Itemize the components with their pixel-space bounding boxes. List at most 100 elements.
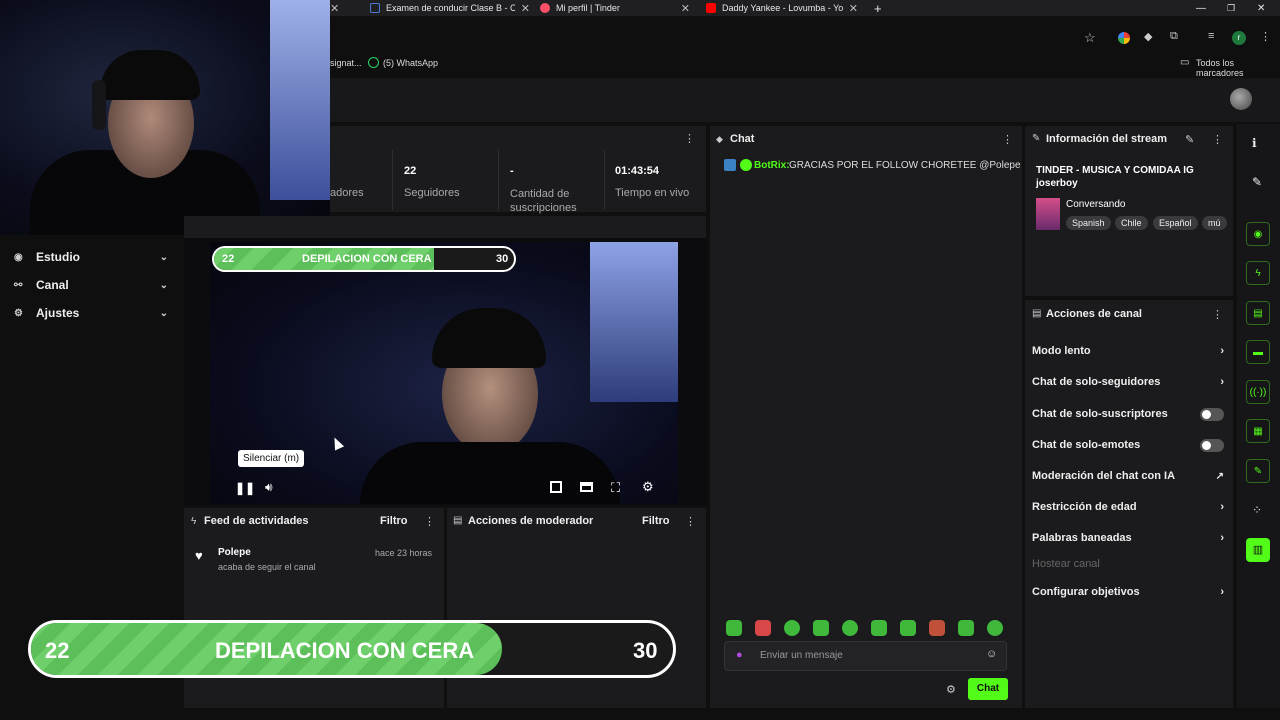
settings-gear-icon[interactable]: ⚙ — [642, 479, 654, 495]
pip-icon[interactable] — [550, 481, 562, 493]
goal-bar-large: 22 DEPILACION CON CERA 30 — [28, 620, 676, 678]
close-icon[interactable]: ✕ — [521, 2, 530, 15]
water-jug-image — [270, 0, 330, 200]
divider — [392, 150, 393, 210]
tab-partial[interactable]: ✕ — [330, 0, 339, 16]
sidebar-item-estudio[interactable]: ◉ Estudio ⌄ — [0, 243, 182, 271]
sidebar: ◉ Estudio ⌄ ⚯ Canal ⌄ ⚙ Ajustes ⌄ — [0, 240, 182, 327]
emote-icon[interactable] — [755, 620, 771, 636]
tab-tinder[interactable]: Mi perfil | Tinder ✕ — [540, 0, 690, 16]
emote-icon[interactable] — [784, 620, 800, 636]
layout-rail-icon[interactable]: ▦ — [1246, 419, 1270, 443]
action-moderacion-ia[interactable]: Moderación del chat con IA ↗ — [1032, 466, 1224, 486]
tab-youtube[interactable]: Daddy Yankee - Lovumba - YouTu ✕ — [706, 0, 858, 16]
action-solo-seguidores[interactable]: Chat de solo-seguidores › — [1032, 372, 1224, 392]
sidebar-item-ajustes[interactable]: ⚙ Ajustes ⌄ — [0, 299, 182, 327]
headphones — [92, 80, 106, 130]
edit-pencil-icon[interactable]: ✎ — [1185, 133, 1194, 146]
extension-diamond-icon[interactable]: ◆ — [1144, 30, 1152, 43]
emote-icon[interactable] — [987, 620, 1003, 636]
stream-category[interactable]: Conversando — [1066, 199, 1125, 210]
sidebar-item-label: Ajustes — [36, 306, 80, 320]
menu-dots-icon[interactable]: ⋮ — [685, 515, 696, 528]
filter-button[interactable]: Filtro — [642, 515, 670, 527]
wrench-rail-icon[interactable]: ✎ — [1246, 459, 1270, 483]
close-icon[interactable]: ✕ — [849, 2, 858, 15]
menu-dots-icon[interactable]: ⋮ — [1260, 30, 1271, 43]
address-bar-area: ☆ ◆ ⧉ ≡ r ⋮ — [330, 26, 1280, 50]
action-solo-emotes: Chat de solo-emotes — [1032, 435, 1224, 455]
tag-pill[interactable]: Español — [1153, 216, 1198, 230]
tab-examen[interactable]: Examen de conducir Clase B - Cor ✕ — [370, 0, 530, 16]
tag-pill[interactable]: mú — [1202, 216, 1227, 230]
toggle-switch[interactable] — [1200, 438, 1224, 452]
subscriptions-label: Cantidad de suscripciones — [510, 188, 577, 214]
webcam-overlay — [0, 0, 330, 235]
volume-icon[interactable]: 🔊︎ — [265, 480, 273, 495]
menu-dots-icon[interactable]: ⋮ — [1212, 308, 1223, 321]
emote-icon[interactable] — [813, 620, 829, 636]
chevron-down-icon: ⌄ — [159, 251, 168, 263]
extensions-puzzle-icon[interactable]: ⧉ — [1170, 30, 1178, 43]
window-close-icon[interactable]: ✕ — [1257, 0, 1265, 16]
send-chat-button[interactable]: Chat — [968, 678, 1008, 700]
chat-settings-icon[interactable]: ⚙ — [946, 683, 956, 696]
action-restriccion-edad[interactable]: Restricción de edad › — [1032, 497, 1224, 517]
action-label: Chat de solo-suscriptores — [1032, 408, 1168, 420]
toggle-switch[interactable] — [1200, 407, 1224, 421]
fullscreen-icon[interactable]: ⛶ — [611, 480, 620, 496]
minimize-icon[interactable]: — — [1196, 0, 1206, 16]
menu-dots-icon[interactable]: ⋮ — [684, 132, 695, 145]
pause-icon[interactable]: ❚❚ — [235, 481, 255, 495]
chevron-right-icon: › — [1220, 532, 1224, 544]
document-rail-icon[interactable]: ▤ — [1246, 301, 1270, 325]
dots-rail-icon[interactable]: ⁘ — [1252, 503, 1262, 517]
mod-actions-title: Acciones de moderador — [468, 515, 594, 527]
menu-dots-icon[interactable]: ⋮ — [1002, 133, 1013, 146]
clapper-rail-icon[interactable]: ▥ — [1246, 538, 1270, 562]
profile-avatar[interactable]: r — [1232, 31, 1246, 45]
menu-dots-icon[interactable]: ⋮ — [424, 515, 435, 528]
studio-rail-icon[interactable]: ◉ — [1246, 222, 1270, 246]
emote-icon[interactable] — [958, 620, 974, 636]
user-avatar[interactable] — [1230, 88, 1252, 110]
close-icon[interactable]: ✕ — [681, 2, 690, 15]
new-tab-button[interactable]: + — [874, 0, 882, 16]
chat-rail-icon[interactable]: ▬ — [1246, 340, 1270, 364]
bookmark-whatsapp[interactable]: (5) WhatsApp — [383, 58, 438, 68]
restore-icon[interactable]: ❐ — [1227, 0, 1235, 16]
close-icon[interactable]: ✕ — [330, 2, 339, 15]
emote-icon[interactable] — [900, 620, 916, 636]
chat-username[interactable]: BotRix: — [754, 160, 790, 171]
action-modo-lento[interactable]: Modo lento › — [1032, 341, 1224, 361]
action-configurar-objetivos[interactable]: Configurar objetivos › — [1032, 582, 1224, 602]
microphone-icon[interactable]: ● — [736, 649, 743, 661]
edit-pencil-icon[interactable]: ✎ — [1252, 175, 1262, 189]
bookmark-item[interactable]: signat... — [330, 58, 362, 68]
media-control-icon[interactable]: ≡ — [1208, 30, 1214, 42]
action-palabras-baneadas[interactable]: Palabras baneadas › — [1032, 528, 1224, 548]
channel-icon: ⚯ — [14, 279, 23, 291]
category-thumbnail[interactable] — [1036, 198, 1060, 230]
goal-title: DEPILACION CON CERA — [302, 253, 432, 265]
theater-mode-icon[interactable] — [580, 482, 593, 492]
extension-icon[interactable] — [1118, 32, 1130, 44]
all-bookmarks[interactable]: Todos los marcadores — [1196, 58, 1280, 78]
bookmark-star-icon[interactable]: ☆ — [1084, 30, 1096, 46]
emoji-icon[interactable]: ☺ — [986, 648, 997, 660]
sidebar-item-canal[interactable]: ⚯ Canal ⌄ — [0, 271, 182, 299]
filter-button[interactable]: Filtro — [380, 515, 408, 527]
chat-input[interactable]: ● Enviar un mensaje ☺ — [724, 641, 1007, 671]
menu-dots-icon[interactable]: ⋮ — [1212, 133, 1223, 146]
followers-label: Seguidores — [404, 187, 460, 199]
broadcast-rail-icon[interactable]: ((·)) — [1246, 380, 1270, 404]
lightning-rail-icon[interactable]: ϟ — [1246, 261, 1270, 285]
tag-pill[interactable]: Chile — [1115, 216, 1148, 230]
emote-icon[interactable] — [929, 620, 945, 636]
emote-icon[interactable] — [842, 620, 858, 636]
settings-icon: ⚙ — [14, 307, 23, 319]
info-icon[interactable]: ℹ — [1252, 136, 1257, 150]
tag-pill[interactable]: Spanish — [1066, 216, 1111, 230]
emote-icon[interactable] — [726, 620, 742, 636]
emote-icon[interactable] — [871, 620, 887, 636]
